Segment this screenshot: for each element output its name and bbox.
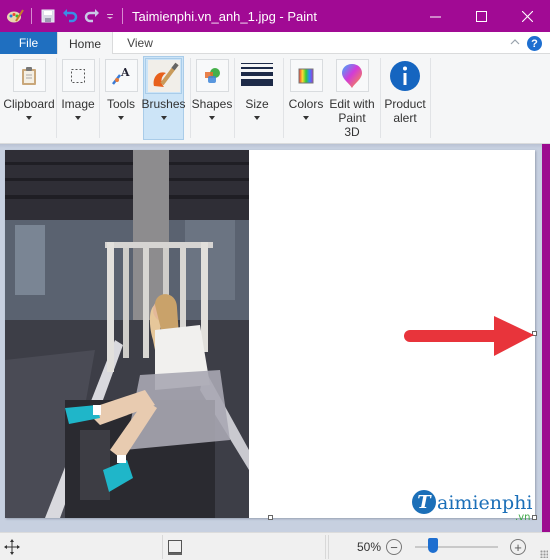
- red-arrow-annotation: [404, 316, 534, 356]
- separator: [234, 58, 235, 138]
- minus-icon: −: [386, 539, 402, 555]
- brushes-label: Brushes: [141, 97, 186, 111]
- dropdown-arrow-icon: [160, 116, 167, 120]
- size-label: Size: [245, 97, 269, 111]
- shapes-group[interactable]: Shapes: [192, 56, 232, 140]
- window-title: Taimienphi.vn_anh_1.jpg - Paint: [132, 8, 318, 24]
- dropdown-arrow-icon: [118, 116, 124, 120]
- separator: [325, 535, 326, 559]
- close-icon: [521, 10, 533, 22]
- watermark-text: aimienphi: [437, 492, 533, 514]
- edit-with-paint3d-button[interactable]: Edit with Paint 3D: [329, 56, 375, 140]
- image-label: Image: [61, 97, 95, 111]
- dropdown-arrow-icon: [26, 116, 32, 120]
- edit-with-paint3d-label-2: Paint 3D: [338, 111, 366, 139]
- brushes-icon: [145, 58, 182, 94]
- plus-icon: +: [510, 539, 526, 555]
- selection-size-icon: [167, 533, 183, 560]
- taimienphi-watermark: T aimienphi .vn: [412, 490, 533, 523]
- dropdown-arrow-icon: [303, 116, 309, 120]
- dropdown-arrow-icon: [75, 116, 81, 120]
- window-border: [542, 144, 550, 532]
- zoom-in-button[interactable]: +: [510, 533, 526, 560]
- resize-grip-icon[interactable]: [540, 550, 548, 558]
- product-alert-label-1: Product: [384, 97, 426, 111]
- watermark-suffix: .vn: [515, 512, 531, 523]
- collapse-ribbon-icon[interactable]: [510, 35, 520, 49]
- paint3d-icon: [335, 59, 369, 92]
- window-controls: [412, 0, 550, 32]
- separator: [99, 58, 100, 138]
- dropdown-arrow-icon: [209, 116, 215, 120]
- colors-group[interactable]: Colors: [286, 56, 326, 140]
- zoom-out-button[interactable]: −: [386, 533, 402, 560]
- photo-image: [5, 150, 249, 518]
- watermark-logo-icon: T: [412, 490, 436, 514]
- tab-file[interactable]: File: [0, 32, 57, 54]
- colors-icon: [289, 59, 323, 92]
- cursor-position-icon: [4, 533, 20, 560]
- separator: [162, 535, 163, 559]
- tab-home[interactable]: Home: [57, 32, 113, 55]
- svg-text:A: A: [120, 66, 130, 79]
- tools-icon: A: [104, 59, 138, 92]
- clipboard-group[interactable]: Clipboard: [3, 56, 55, 140]
- image-select-icon: [61, 59, 95, 92]
- dropdown-arrow-icon: [254, 116, 260, 120]
- tab-view[interactable]: View: [114, 32, 166, 54]
- maximize-icon: [475, 10, 487, 22]
- separator: [56, 58, 57, 138]
- separator: [380, 58, 381, 138]
- clipboard-label: Clipboard: [3, 97, 55, 111]
- edit-with-paint3d-label-1: Edit with: [329, 97, 375, 111]
- redo-icon[interactable]: [81, 5, 103, 27]
- customize-dropdown-icon[interactable]: [103, 5, 117, 27]
- clipboard-icon: [12, 59, 46, 92]
- resize-handle-bottom[interactable]: [268, 515, 273, 520]
- image-group[interactable]: Image: [58, 56, 98, 140]
- colors-label: Colors: [288, 97, 324, 111]
- save-icon[interactable]: [37, 5, 59, 27]
- brushes-group[interactable]: Brushes: [141, 56, 186, 140]
- close-button[interactable]: [504, 0, 550, 32]
- status-bar: 50% − +: [0, 532, 550, 560]
- ribbon: Clipboard Image A Tools Brushes Shapes S…: [0, 54, 550, 144]
- separator: [328, 535, 329, 559]
- info-icon: [389, 59, 422, 92]
- minimize-button[interactable]: [412, 0, 458, 32]
- product-alert-button[interactable]: Product alert: [383, 56, 427, 140]
- separator: [31, 8, 32, 24]
- tools-label: Tools: [106, 97, 135, 111]
- shapes-label: Shapes: [191, 97, 233, 111]
- minimize-icon: [429, 16, 441, 17]
- quick-access-toolbar: [0, 0, 128, 32]
- undo-icon[interactable]: [59, 5, 81, 27]
- separator: [283, 58, 284, 138]
- shapes-icon: [195, 59, 229, 92]
- size-icon: [240, 59, 274, 92]
- zoom-slider-thumb[interactable]: [428, 538, 439, 553]
- paint-app-icon[interactable]: [4, 5, 26, 27]
- product-alert-label-2: alert: [393, 111, 417, 125]
- zoom-level: 50%: [357, 540, 382, 554]
- title-bar: Taimienphi.vn_anh_1.jpg - Paint: [0, 0, 550, 32]
- separator: [430, 58, 431, 138]
- maximize-button[interactable]: [458, 0, 504, 32]
- help-button[interactable]: ?: [527, 36, 542, 51]
- separator: [122, 8, 123, 24]
- resize-handle-corner[interactable]: [532, 515, 537, 520]
- ribbon-tabs: File Home View ?: [0, 32, 550, 55]
- size-group[interactable]: Size: [237, 56, 277, 140]
- tools-group[interactable]: A Tools: [101, 56, 141, 140]
